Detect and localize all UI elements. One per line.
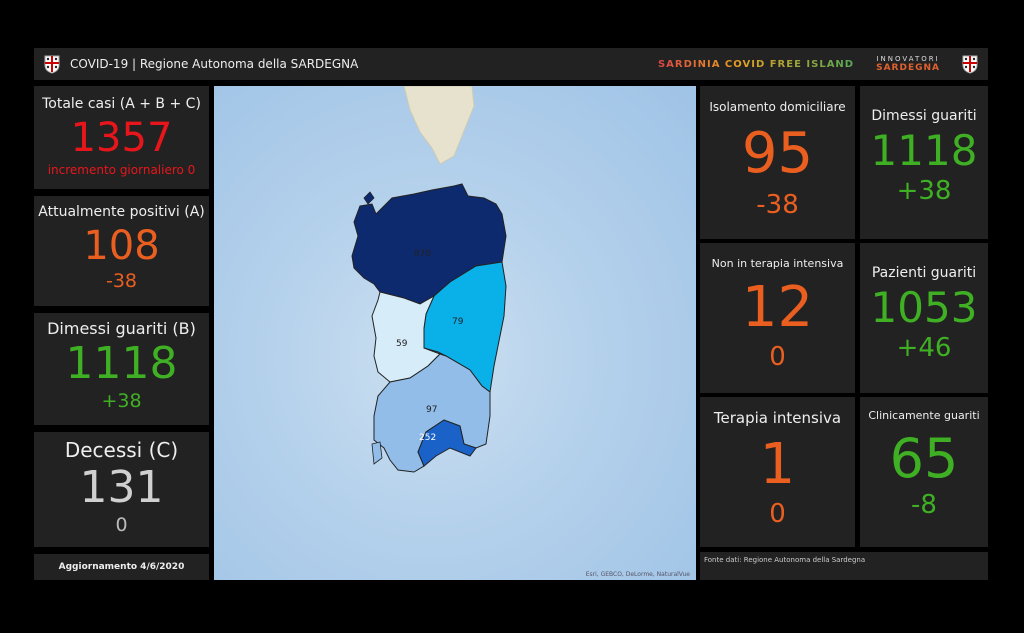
discharged-recovered-value: 1118 [870,126,978,175]
positive-value: 108 [83,223,160,269]
home-isolation-tile[interactable]: Isolamento domiciliare 95 -38 [700,86,855,239]
non-icu-label: Non in terapia intensiva [711,257,844,270]
discharged-delta: +38 [101,390,142,412]
asinara-island [363,191,375,205]
deaths-label: Decessi (C) [64,438,179,462]
sant-antioco-island [371,441,383,465]
data-source: Fonte dati: Regione Autonoma della Sarde… [704,556,866,564]
map-svg[interactable]: 870 79 59 97 252 [214,86,696,580]
icu-label: Terapia intensiva [713,409,842,427]
non-icu-tile[interactable]: Non in terapia intensiva 12 0 [700,243,855,393]
icu-tile[interactable]: Terapia intensiva 1 0 [700,397,855,547]
discharged-recovered-label: Dimessi guariti [871,108,977,124]
clinically-recovered-value: 65 [889,427,959,490]
region-north-label: 870 [414,249,431,259]
home-isolation-delta: -38 [756,190,799,220]
non-icu-value: 12 [741,275,814,340]
clinically-recovered-tile[interactable]: Clinicamente guariti 65 -8 [860,397,988,547]
positive-label: Attualmente positivi (A) [38,204,205,220]
deaths-delta: 0 [115,514,128,536]
total-cases-value: 1357 [70,115,173,161]
positive-delta: -38 [105,270,138,292]
region-west-label: 59 [396,339,408,349]
corsica-landmass [403,86,475,165]
home-isolation-label: Isolamento domiciliare [709,100,846,114]
positive-tile[interactable]: Attualmente positivi (A) 108 -38 [34,196,209,306]
icu-value: 1 [759,432,796,497]
brand-bottom: SARDEGNA [876,63,940,73]
region-east-label: 79 [452,317,464,327]
non-icu-delta: 0 [769,342,786,372]
discharged-value: 1118 [65,338,178,389]
total-cases-label: Totale casi (A + B + C) [42,96,201,112]
last-update: Aggiornamento 4/6/2020 [34,554,209,580]
patients-recovered-value: 1053 [870,283,978,332]
deaths-tile[interactable]: Decessi (C) 131 0 [34,432,209,547]
discharged-tile[interactable]: Dimessi guariti (B) 1118 +38 [34,313,209,425]
data-source-bar: Fonte dati: Regione Autonoma della Sarde… [700,552,988,580]
clinically-recovered-delta: -8 [911,490,937,520]
patients-recovered-label: Pazienti guariti [871,265,977,281]
discharged-recovered-delta: +38 [896,176,952,206]
page-title: COVID-19 | Regione Autonoma della SARDEG… [70,57,359,71]
map-view[interactable]: 870 79 59 97 252 Esri, GEBCO, DeLorme, N… [214,86,696,580]
campaign-tagline: SARDINIA COVID FREE ISLAND [657,58,855,70]
sardinia-crest-icon-right [962,55,978,74]
region-center-south-label: 97 [426,405,437,415]
daily-increment: incremento giornaliero 0 [47,163,196,177]
discharged-recovered-tile[interactable]: Dimessi guariti 1118 +38 [860,86,988,239]
patients-recovered-delta: +46 [896,333,952,363]
patients-recovered-tile[interactable]: Pazienti guariti 1053 +46 [860,243,988,393]
header-bar: COVID-19 | Regione Autonoma della SARDEG… [34,48,988,80]
icu-delta: 0 [769,499,786,529]
total-cases-tile[interactable]: Totale casi (A + B + C) 1357 incremento … [34,86,209,189]
map-attribution: Esri, GEBCO, DeLorme, NaturalVue [585,571,690,578]
innovatori-logo: INNOVATORI SARDEGNA [876,55,940,73]
discharged-label: Dimessi guariti (B) [47,319,196,338]
clinically-recovered-label: Clinicamente guariti [868,409,980,422]
deaths-value: 131 [79,462,164,513]
region-south-label: 252 [419,433,436,443]
sardinia-crest-icon [44,55,60,74]
home-isolation-value: 95 [741,121,814,186]
